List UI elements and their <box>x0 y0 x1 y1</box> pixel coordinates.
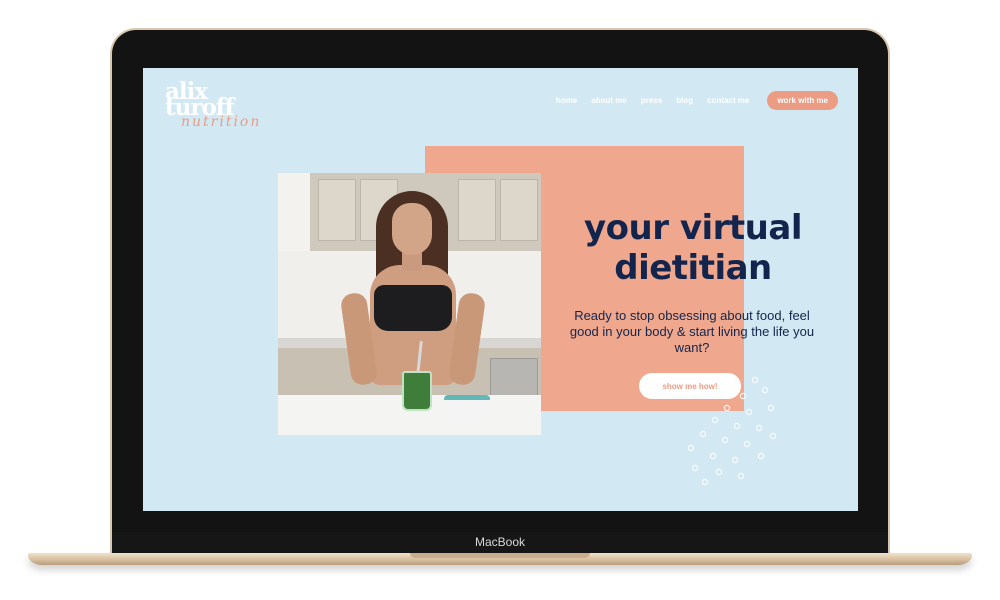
laptop-hinge-notch <box>410 553 590 558</box>
nav-about-me[interactable]: about me <box>591 96 627 105</box>
hero-photo <box>278 173 541 435</box>
website-screen: alix turoff nutrition home about me pres… <box>143 68 858 511</box>
headline-line-1: your virtual <box>584 208 802 248</box>
photo-sports-top <box>374 285 452 331</box>
main-nav: home about me press blog contact me work… <box>542 91 838 110</box>
photo-face <box>392 203 432 255</box>
nav-contact-me[interactable]: contact me <box>707 96 749 105</box>
site-logo[interactable]: alix turoff nutrition <box>161 76 266 132</box>
logo-script: nutrition <box>181 114 262 130</box>
photo-cabinet-door <box>318 179 356 241</box>
photo-green-smoothie <box>402 371 432 411</box>
photo-cabinet-door <box>458 179 496 241</box>
hero-headline: your virtual dietitian <box>523 208 858 288</box>
hero-subcopy: Ready to stop obsessing about food, feel… <box>569 308 815 355</box>
headline-line-2: dietitian <box>614 248 772 288</box>
photo-window <box>278 173 310 253</box>
show-me-how-button[interactable]: show me how! <box>639 373 741 399</box>
nav-press[interactable]: press <box>641 96 662 105</box>
nav-home[interactable]: home <box>556 96 577 105</box>
work-with-me-button[interactable]: work with me <box>767 91 838 110</box>
nav-blog[interactable]: blog <box>676 96 693 105</box>
device-brand-label: MacBook <box>474 535 526 549</box>
